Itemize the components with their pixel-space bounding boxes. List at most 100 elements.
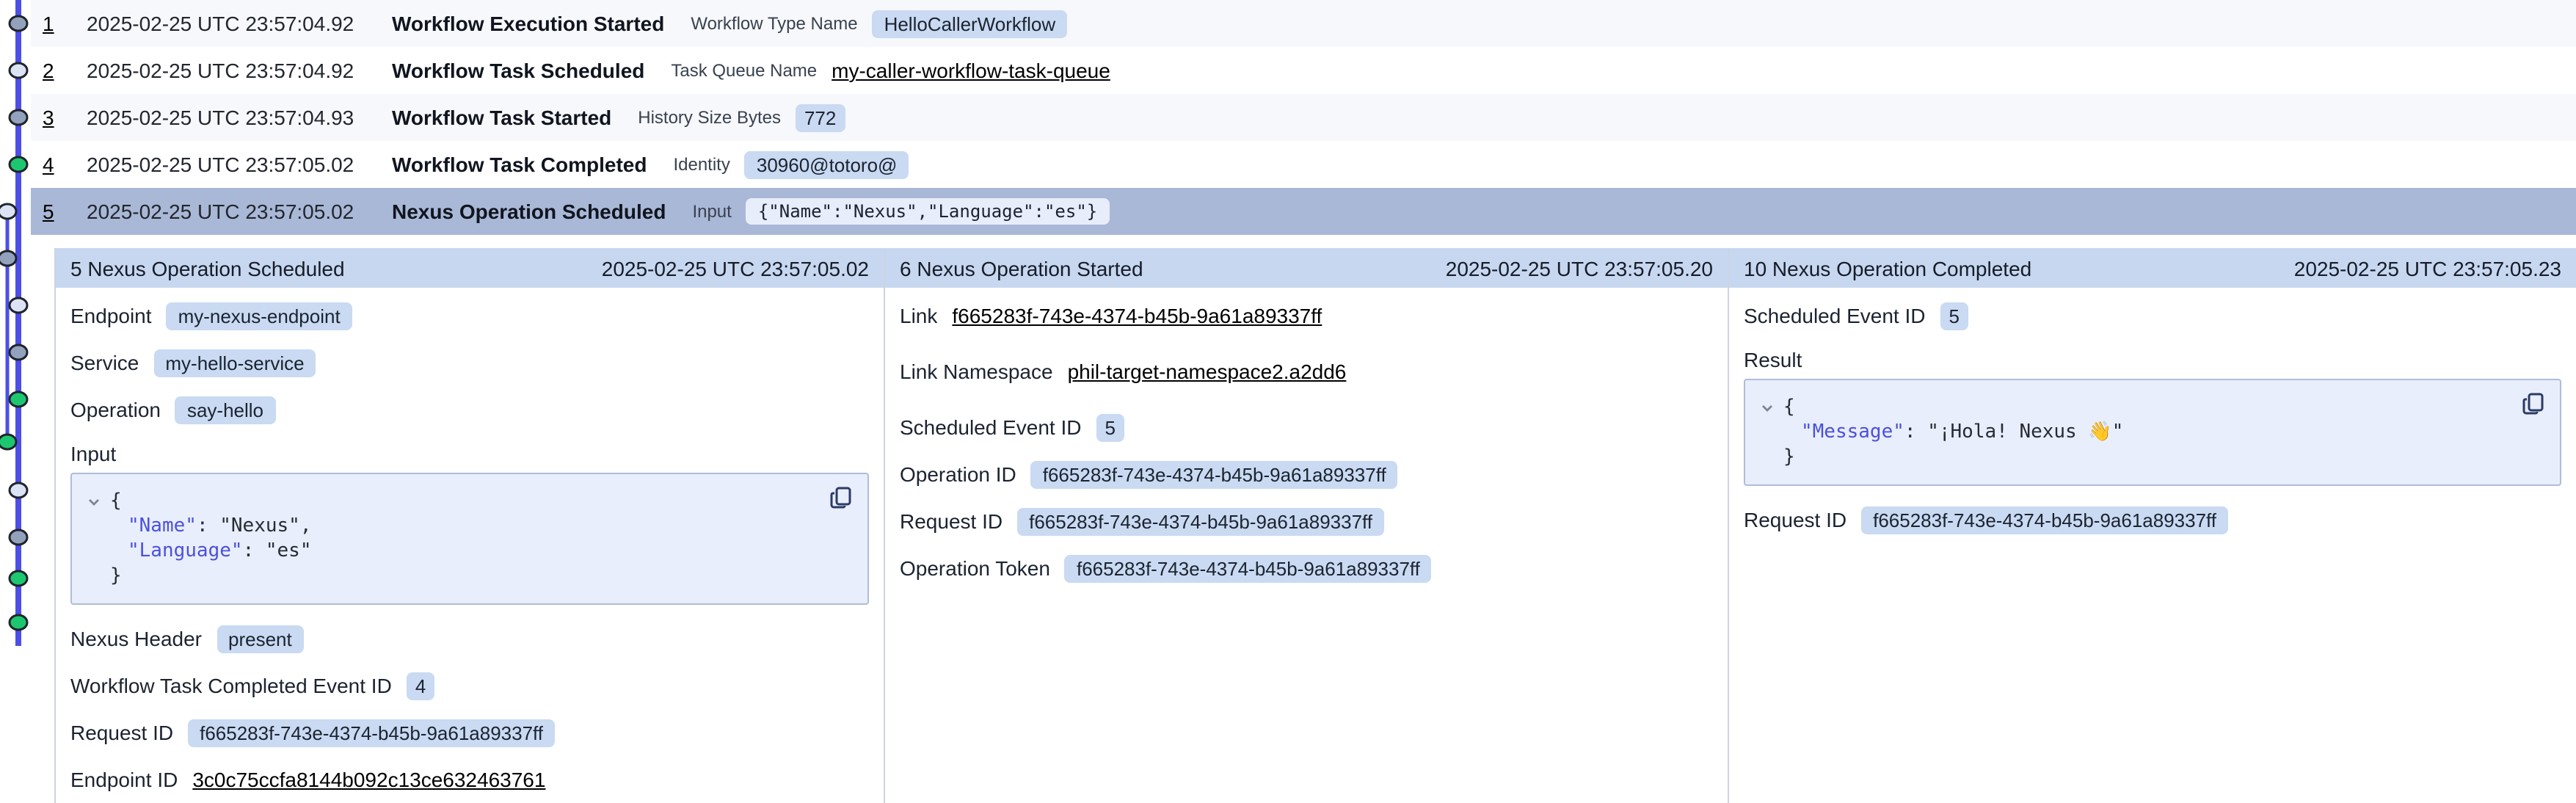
panel-title: 6 Nexus Operation Started (900, 256, 1143, 280)
field-result-label: Result (1744, 346, 2561, 373)
field-scheduled-event-id: Scheduled Event ID 5 (900, 411, 1713, 443)
event-id-link[interactable]: 5 (43, 200, 69, 223)
field-label: Link Namespace (900, 360, 1053, 383)
panel-timestamp: 2025-02-25 UTC 23:57:05.20 (1446, 256, 1713, 280)
field-badge[interactable]: f665283f-743e-4374-b45b-9a61a89337ff (1065, 554, 1432, 582)
copy-button[interactable] (829, 486, 853, 509)
event-detail-panels: 5 Nexus Operation Scheduled 2025-02-25 U… (54, 248, 2576, 803)
field-label: Link (900, 304, 937, 327)
panel-timestamp: 2025-02-25 UTC 23:57:05.23 (2294, 256, 2561, 280)
json-value: "es" (266, 540, 312, 562)
event-name: Workflow Task Scheduled (392, 59, 644, 82)
json-entry: "Language": "es" (84, 539, 853, 564)
panel-nexus-operation-scheduled: 5 Nexus Operation Scheduled 2025-02-25 U… (54, 248, 884, 803)
event-name: Workflow Task Completed (392, 153, 647, 176)
event-attr-badge[interactable]: 30960@totoro@ (745, 150, 909, 178)
event-row-3[interactable]: 3 2025-02-25 UTC 23:57:04.93 Workflow Ta… (31, 94, 2576, 141)
json-sep: : (1904, 421, 1927, 443)
field-label: Request ID (900, 509, 1003, 533)
namespace-link[interactable]: phil-target-namespace2.a2dd6 (1068, 360, 1347, 383)
event-time: 2025-02-25 UTC 23:57:05.02 (87, 200, 365, 223)
endpoint-id-link[interactable]: 3c0c75ccfa8144b092c13ce632463761 (192, 768, 545, 791)
event-id-link[interactable]: 3 (43, 106, 69, 129)
field-badge[interactable]: my-hello-service (153, 349, 316, 377)
field-scheduled-event-id: Scheduled Event ID 5 (1744, 299, 2561, 332)
field-label: Workflow Task Completed Event ID (70, 674, 392, 697)
field-label: Endpoint ID (70, 768, 178, 791)
event-marker-14 (10, 615, 27, 630)
field-badge[interactable]: f665283f-743e-4374-b45b-9a61a89337ff (1017, 507, 1384, 535)
json-entry: "Name": "Nexus", (84, 514, 853, 539)
event-marker-10 (0, 435, 16, 449)
event-id-link[interactable]: 1 (43, 12, 69, 35)
field-badge[interactable]: 5 (1096, 413, 1124, 441)
field-badge[interactable]: present (217, 625, 304, 653)
event-row-2[interactable]: 2 2025-02-25 UTC 23:57:04.92 Workflow Ta… (31, 47, 2576, 94)
event-time: 2025-02-25 UTC 23:57:04.92 (87, 12, 365, 35)
event-attr-label: Input (692, 201, 731, 222)
event-attr-label: Workflow Type Name (691, 13, 857, 34)
event-marker-6 (0, 251, 16, 266)
json-key: "Name" (128, 515, 197, 537)
field-input-label: Input (70, 440, 869, 467)
json-value: "Nexus", (219, 515, 311, 537)
field-label: Request ID (70, 721, 173, 744)
copy-icon (2522, 392, 2545, 415)
panel-timestamp: 2025-02-25 UTC 23:57:05.02 (602, 256, 869, 280)
field-badge[interactable]: 5 (1940, 302, 1968, 330)
field-badge[interactable]: 4 (407, 672, 434, 700)
panel-header: 6 Nexus Operation Started 2025-02-25 UTC… (885, 248, 1728, 288)
json-open-brace: { (1783, 395, 1795, 420)
event-marker-12 (10, 530, 27, 545)
event-name: Nexus Operation Scheduled (392, 200, 666, 223)
panel-body: Link f665283f-743e-4374-b45b-9a61a89337f… (885, 288, 1728, 611)
panel-header: 10 Nexus Operation Completed 2025-02-25 … (1729, 248, 2576, 288)
event-attr-badge[interactable]: 772 (796, 103, 845, 131)
json-sep: : (243, 540, 266, 562)
json-open-brace: { (110, 489, 122, 514)
event-row-1[interactable]: 1 2025-02-25 UTC 23:57:04.92 Workflow Ex… (31, 0, 2576, 47)
field-badge[interactable]: f665283f-743e-4374-b45b-9a61a89337ff (1861, 506, 2228, 534)
event-attr-label: Identity (673, 154, 729, 175)
json-close-brace: } (84, 564, 853, 589)
field-link: Link f665283f-743e-4374-b45b-9a61a89337f… (900, 299, 1713, 332)
field-badge[interactable]: f665283f-743e-4374-b45b-9a61a89337ff (1031, 460, 1398, 488)
event-attr-badge[interactable]: HelloCallerWorkflow (873, 10, 1068, 37)
event-time: 2025-02-25 UTC 23:57:04.92 (87, 59, 365, 82)
event-row-5-selected[interactable]: 5 2025-02-25 UTC 23:57:05.02 Nexus Opera… (31, 188, 2576, 235)
copy-button[interactable] (2522, 392, 2545, 415)
event-time: 2025-02-25 UTC 23:57:05.02 (87, 153, 365, 176)
json-value: "¡Hola! Nexus 👋" (1927, 421, 2123, 443)
event-marker-7 (10, 298, 27, 313)
panel-title: 10 Nexus Operation Completed (1744, 256, 2031, 280)
field-link-namespace: Link Namespace phil-target-namespace2.a2… (900, 355, 1713, 388)
field-label: Request ID (1744, 508, 1847, 531)
field-label: Input (70, 442, 116, 465)
panel-body: Endpoint my-nexus-endpoint Service my-he… (56, 288, 884, 803)
field-operation-token: Operation Token f665283f-743e-4374-b45b-… (900, 552, 1713, 584)
field-badge[interactable]: my-nexus-endpoint (167, 302, 352, 330)
field-label: Endpoint (70, 304, 152, 327)
field-label: Operation (70, 398, 161, 421)
event-id-link[interactable]: 2 (43, 59, 69, 82)
field-workflow-task-completed-event-id: Workflow Task Completed Event ID 4 (70, 669, 869, 702)
result-json-viewer: { "Message": "¡Hola! Nexus 👋" } (1744, 379, 2561, 486)
panel-body: Scheduled Event ID 5 Result { "Message":… (1729, 288, 2576, 562)
event-input-badge[interactable]: {"Name":"Nexus","Language":"es"} (746, 198, 1109, 225)
event-id-link[interactable]: 4 (43, 153, 69, 176)
field-badge[interactable]: say-hello (175, 396, 275, 424)
field-request-id: Request ID f665283f-743e-4374-b45b-9a61a… (1744, 504, 2561, 536)
field-label: Nexus Header (70, 627, 202, 650)
field-request-id: Request ID f665283f-743e-4374-b45b-9a61a… (70, 716, 869, 749)
workflow-link[interactable]: f665283f-743e-4374-b45b-9a61a89337ff (952, 304, 1322, 327)
field-badge[interactable]: f665283f-743e-4374-b45b-9a61a89337ff (188, 719, 555, 746)
chevron-down-icon[interactable] (87, 494, 101, 509)
field-label: Service (70, 351, 139, 374)
json-open-line: { (1757, 395, 2545, 420)
event-history-table: 1 2025-02-25 UTC 23:57:04.92 Workflow Ex… (0, 0, 2576, 235)
json-sep: : (197, 515, 219, 537)
task-queue-link[interactable]: my-caller-workflow-task-queue (832, 59, 1110, 82)
panel-title: 5 Nexus Operation Scheduled (70, 256, 345, 280)
event-row-4[interactable]: 4 2025-02-25 UTC 23:57:05.02 Workflow Ta… (31, 141, 2576, 188)
chevron-down-icon[interactable] (1760, 400, 1775, 415)
